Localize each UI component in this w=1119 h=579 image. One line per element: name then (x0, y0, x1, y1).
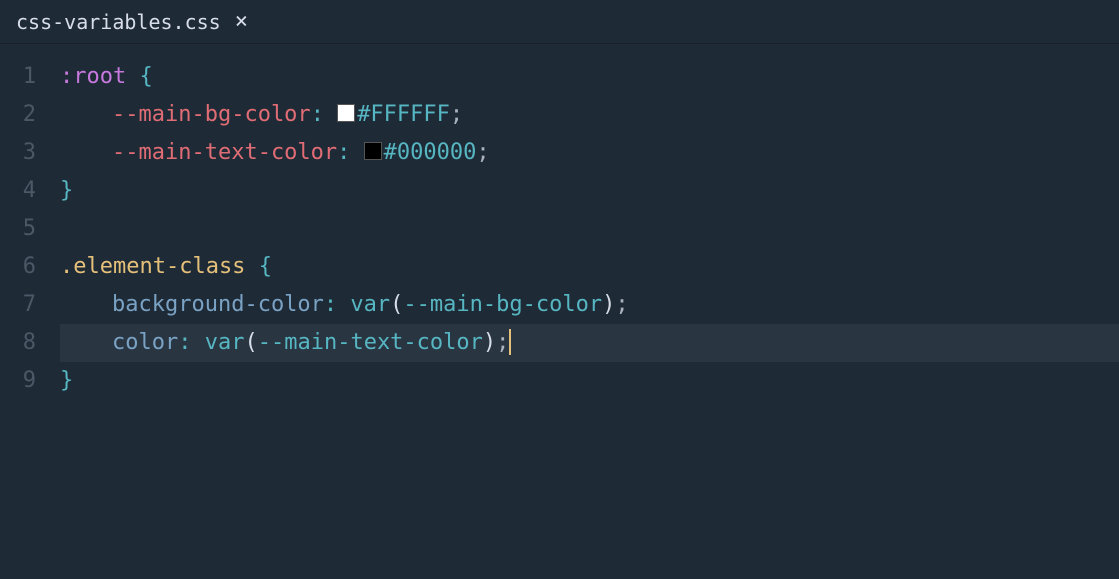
semicolon: ; (496, 324, 509, 362)
code-line: } (60, 172, 1119, 210)
file-tab[interactable]: css-variables.css × (0, 0, 264, 43)
line-number: 5 (0, 210, 36, 248)
colon: : (311, 96, 324, 134)
code-line: background-color: var(--main-bg-color); (60, 286, 1119, 324)
var-name: --main-text-color (258, 324, 483, 362)
line-number: 7 (0, 286, 36, 324)
function: var (205, 324, 245, 362)
brace: } (60, 362, 73, 400)
line-number: 4 (0, 172, 36, 210)
code-area[interactable]: :root { --main-bg-color: #FFFFFF; --main… (60, 44, 1119, 400)
value: #FFFFFF (357, 96, 450, 134)
paren: ( (390, 286, 403, 324)
color-swatch-icon (337, 104, 355, 122)
line-number: 9 (0, 362, 36, 400)
code-line: --main-bg-color: #FFFFFF; (60, 96, 1119, 134)
function: var (350, 286, 390, 324)
cursor-icon (509, 329, 511, 355)
property: --main-bg-color (112, 96, 311, 134)
colon: : (178, 324, 191, 362)
brace: { (139, 58, 152, 96)
code-line: :root { (60, 58, 1119, 96)
code-line: --main-text-color: #000000; (60, 134, 1119, 172)
code-line: } (60, 362, 1119, 400)
line-number: 8 (0, 324, 36, 362)
property: --main-text-color (112, 134, 337, 172)
var-name: --main-bg-color (403, 286, 602, 324)
semicolon: ; (450, 96, 463, 134)
line-number: 2 (0, 96, 36, 134)
colon: : (324, 286, 337, 324)
editor: 1 2 3 4 5 6 7 8 9 :root { --main-bg-colo… (0, 44, 1119, 400)
gutter: 1 2 3 4 5 6 7 8 9 (0, 44, 60, 400)
brace: { (259, 248, 272, 286)
value: #000000 (384, 134, 477, 172)
code-line (60, 210, 1119, 248)
semicolon: ; (615, 286, 628, 324)
tab-bar: css-variables.css × (0, 0, 1119, 44)
code-line: color: var(--main-text-color); (60, 324, 1119, 362)
semicolon: ; (476, 134, 489, 172)
paren: ) (483, 324, 496, 362)
selector: :root (60, 58, 126, 96)
line-number: 6 (0, 248, 36, 286)
paren: ) (602, 286, 615, 324)
brace: } (60, 172, 73, 210)
line-number: 1 (0, 58, 36, 96)
color-swatch-icon (364, 142, 382, 160)
property: color (112, 324, 178, 362)
code-line: .element-class { (60, 248, 1119, 286)
property: background-color (112, 286, 324, 324)
colon: : (337, 134, 350, 172)
line-number: 3 (0, 134, 36, 172)
paren: ( (244, 324, 257, 362)
close-icon[interactable]: × (235, 11, 248, 33)
tab-filename: css-variables.css (16, 10, 221, 34)
selector: .element-class (60, 248, 245, 286)
